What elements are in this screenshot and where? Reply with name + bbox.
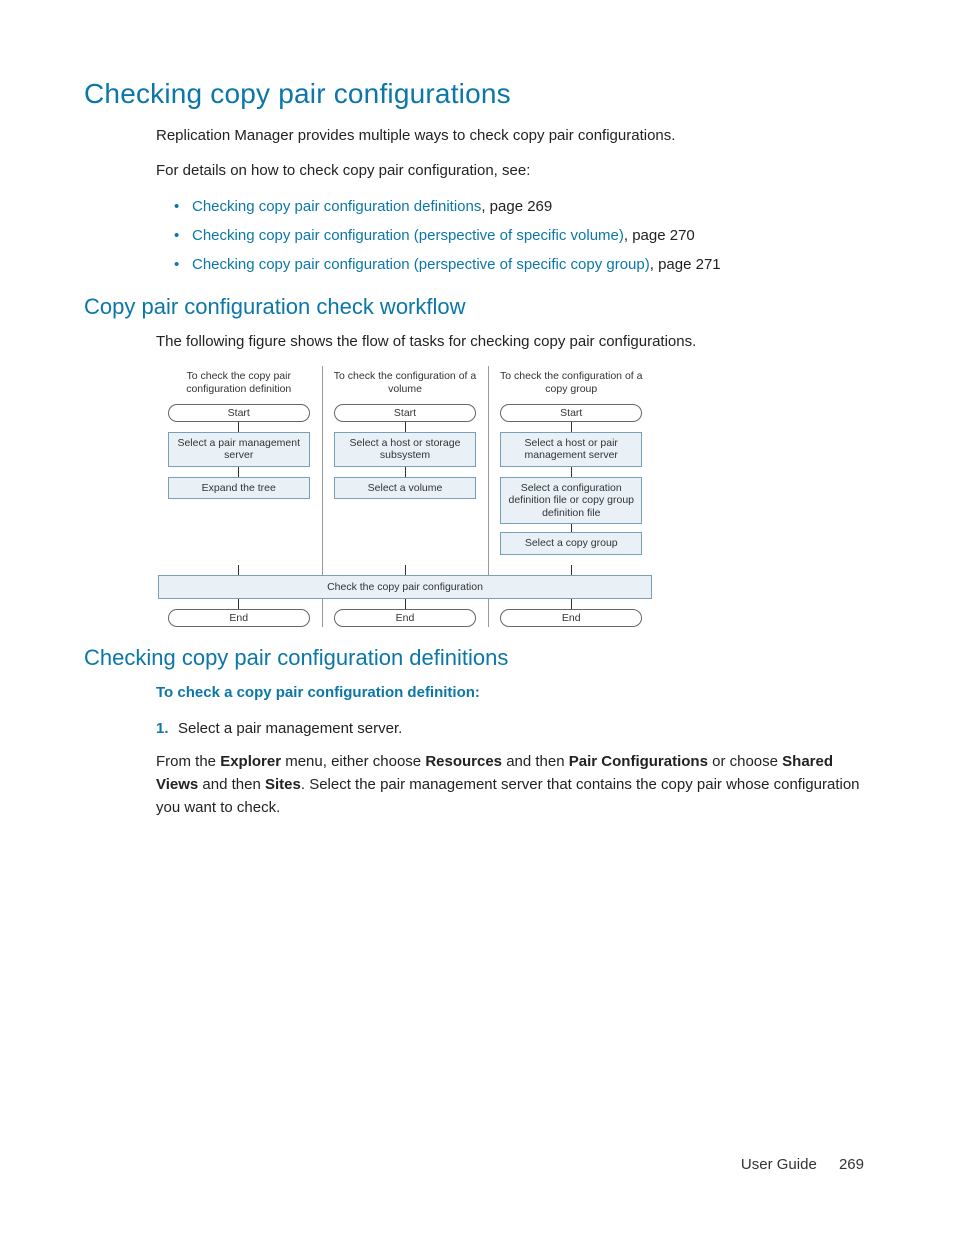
xref-link[interactable]: Checking copy pair configuration (perspe…: [192, 227, 624, 244]
section-heading-workflow: Copy pair configuration check workflow: [84, 294, 864, 320]
flow-col-head: To check the configuration of a volume: [322, 366, 488, 404]
flow-step: Select a volume: [334, 477, 476, 500]
flow-end: End: [500, 609, 642, 627]
page-heading: Checking copy pair configurations: [84, 78, 864, 110]
footer-label: User Guide: [741, 1156, 817, 1173]
flow-step: Select a copy group: [500, 532, 642, 555]
flow-step: Select a host or pair management server: [500, 432, 642, 467]
flow-end: End: [334, 609, 476, 627]
step-text: Select a pair management server.: [178, 717, 864, 740]
workflow-figure: To check the copy pair configuration def…: [156, 366, 654, 628]
flow-step: Select a configuration definition file o…: [500, 477, 642, 525]
flow-start: Start: [500, 404, 642, 422]
step-continuation: From the Explorer menu, either choose Re…: [156, 750, 864, 820]
step-number: 1.: [156, 717, 178, 740]
flow-start: Start: [334, 404, 476, 422]
flow-merge-step: Check the copy pair configuration: [158, 575, 652, 599]
page-footer: User Guide 269: [741, 1156, 864, 1173]
step-row: 1. Select a pair management server.: [156, 717, 864, 740]
intro-paragraph-2: For details on how to check copy pair co…: [156, 159, 864, 182]
flow-step: Select a pair management server: [168, 432, 310, 467]
bullet-tail: , page 269: [481, 198, 552, 215]
flow-col-head: To check the copy pair configuration def…: [156, 366, 322, 404]
workflow-intro: The following figure shows the flow of t…: [156, 330, 864, 353]
procedure-title: To check a copy pair configuration defin…: [156, 681, 864, 704]
intro-paragraph-1: Replication Manager provides multiple wa…: [156, 124, 864, 147]
flow-col-head: To check the configuration of a copy gro…: [488, 366, 654, 404]
flow-start: Start: [168, 404, 310, 422]
xref-link[interactable]: Checking copy pair configuration (perspe…: [192, 256, 650, 273]
bullet-tail: , page 270: [624, 227, 695, 244]
bullet-item: Checking copy pair configuration (perspe…: [174, 224, 864, 247]
bullet-item: Checking copy pair configuration definit…: [174, 195, 864, 218]
flow-end: End: [168, 609, 310, 627]
page-number: 269: [839, 1156, 864, 1173]
xref-link[interactable]: Checking copy pair configuration definit…: [192, 198, 481, 215]
section-heading-definitions: Checking copy pair configuration definit…: [84, 645, 864, 671]
bullet-item: Checking copy pair configuration (perspe…: [174, 253, 864, 276]
flow-step: Expand the tree: [168, 477, 310, 500]
bullet-tail: , page 271: [650, 256, 721, 273]
flow-step: Select a host or storage subsystem: [334, 432, 476, 467]
